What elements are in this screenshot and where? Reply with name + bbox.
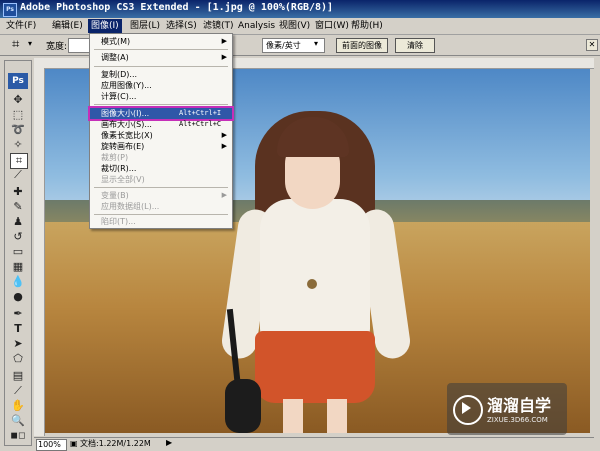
menu-item-rotate-canvas[interactable]: 旋转画布(E) ▶ — [90, 141, 232, 152]
menu-item-apply-image[interactable]: 应用图像(Y)... — [90, 80, 232, 91]
menu-layer[interactable]: 图层(L) — [127, 19, 163, 33]
menu-separator — [94, 214, 228, 215]
zoom-level-field[interactable]: 100% — [36, 439, 67, 451]
crop-tool-icon[interactable]: ⌗ — [12, 37, 19, 52]
menu-separator — [94, 104, 228, 105]
status-bar: 100% ▣ 文档:1.22M/1.22M ▶ — [34, 437, 594, 451]
menu-edit[interactable]: 编辑(E) — [49, 19, 86, 33]
play-icon — [462, 402, 471, 414]
menu-item-pixel-aspect-ratio[interactable]: 像素长宽比(X) ▶ — [90, 130, 232, 141]
photo-sweater — [260, 199, 370, 339]
watermark: 溜溜自学 ZIXUE.3D66.COM — [447, 383, 567, 435]
menu-separator — [94, 49, 228, 50]
move-tool-icon[interactable]: ✥ — [10, 93, 26, 107]
window-title: Adobe Photoshop CS3 Extended - [1.jpg @ … — [20, 2, 334, 13]
menu-separator — [94, 66, 228, 67]
slice-tool-icon[interactable]: ⟋ — [10, 168, 26, 182]
close-doc-icon[interactable]: ✕ — [586, 39, 598, 51]
marquee-tool-icon[interactable]: ⬚ — [10, 108, 26, 122]
menu-help[interactable]: 帮助(H) — [348, 19, 386, 33]
gradient-tool-icon[interactable]: ▦ — [10, 260, 26, 274]
menu-item-canvas-size[interactable]: 画布大小(S)... Alt+Ctrl+C — [90, 119, 232, 130]
history-brush-tool-icon[interactable]: ↺ — [10, 230, 26, 244]
menu-item-apply-data-set: 应用数据组(L)... — [101, 202, 160, 211]
tool-preset-arrow-icon[interactable]: ▾ — [28, 39, 32, 48]
submenu-arrow-icon: ▶ — [221, 142, 227, 150]
toolbox: Ps ✥ ⬚ ➰ ✧ ⌗ ⟋ ✚ ✎ ♟ ↺ ▭ ▦ 💧 ● ✒ T ➤ ⬠ ▤… — [4, 60, 32, 446]
document-size-info: 文档:1.22M/1.22M — [80, 439, 151, 448]
color-swatches-icon[interactable]: ◼◻ — [10, 429, 26, 443]
menu-view[interactable]: 视图(V) — [276, 19, 313, 33]
lasso-tool-icon[interactable]: ➰ — [10, 123, 26, 137]
menu-file[interactable]: 文件(F) — [3, 19, 39, 33]
status-menu-icon[interactable]: ▣ — [70, 439, 78, 448]
submenu-arrow-icon: ▶ — [221, 53, 227, 61]
clone-stamp-tool-icon[interactable]: ♟ — [10, 215, 26, 229]
menu-item-variables: 变量(B) ▶ — [101, 191, 227, 200]
menu-item-crop: 裁剪(P) — [101, 153, 129, 162]
submenu-arrow-icon: ▶ — [221, 131, 227, 139]
blur-tool-icon[interactable]: 💧 — [10, 275, 26, 289]
photo-guitar-body — [225, 379, 261, 433]
photoshop-logo: Ps — [8, 73, 28, 89]
brush-tool-icon[interactable]: ✎ — [10, 200, 26, 214]
menu-item-trap: 陷印(T)... — [101, 217, 136, 226]
vertical-ruler — [34, 68, 45, 436]
menu-item-reveal-all: 显示全部(V) — [101, 175, 145, 184]
menu-item-adjustments[interactable]: 调整(A) ▶ — [90, 52, 232, 63]
path-selection-tool-icon[interactable]: ➤ — [10, 337, 26, 351]
menu-filter[interactable]: 滤镜(T) — [200, 19, 237, 33]
menu-window[interactable]: 窗口(W) — [312, 19, 352, 33]
width-label: 宽度: — [46, 42, 68, 52]
menu-image[interactable]: 图像(I) — [88, 19, 122, 33]
watermark-url: ZIXUE.3D66.COM — [487, 416, 548, 424]
menu-item-duplicate[interactable]: 复制(D)... — [90, 69, 232, 80]
eyedropper-tool-icon[interactable]: ⟋ — [10, 384, 26, 398]
menu-item-calculations[interactable]: 计算(C)... — [90, 91, 232, 102]
watermark-name: 溜溜自学 — [487, 396, 552, 415]
menu-select[interactable]: 选择(S) — [163, 19, 200, 33]
status-arrow-icon[interactable]: ▶ — [166, 438, 172, 447]
zoom-tool-icon[interactable]: 🔍 — [10, 414, 26, 428]
shape-tool-icon[interactable]: ⬠ — [10, 352, 26, 366]
dodge-tool-icon[interactable]: ● — [10, 290, 26, 304]
type-tool-icon[interactable]: T — [10, 322, 26, 336]
image-dropdown-menu: 模式(M) ▶ 调整(A) ▶ 复制(D)... 应用图像(Y)... 计算(C).… — [88, 33, 234, 229]
photo-skirt — [255, 331, 375, 403]
front-image-button[interactable]: 前面的图像 — [336, 38, 388, 53]
submenu-arrow-icon: ▶ — [221, 37, 227, 45]
healing-brush-tool-icon[interactable]: ✚ — [10, 185, 26, 199]
menu-separator — [94, 187, 228, 188]
clear-button[interactable]: 清除 — [395, 38, 435, 53]
pen-tool-icon[interactable]: ✒ — [10, 307, 26, 321]
photo-right-leg — [327, 399, 347, 433]
menu-item-mode[interactable]: 模式(M) ▶ — [90, 36, 232, 47]
chevron-down-icon: ▾ — [314, 39, 319, 48]
photo-left-leg — [283, 399, 303, 433]
title-bar: Ps Adobe Photoshop CS3 Extended - [1.jpg… — [0, 0, 600, 18]
magic-wand-tool-icon[interactable]: ✧ — [10, 138, 26, 152]
hand-tool-icon[interactable]: ✋ — [10, 399, 26, 413]
menu-analysis[interactable]: Analysis — [235, 19, 278, 33]
menu-item-image-size[interactable]: 图像大小(I)... Alt+Ctrl+I — [88, 106, 234, 121]
notes-tool-icon[interactable]: ▤ — [10, 369, 26, 383]
eraser-tool-icon[interactable]: ▭ — [10, 245, 26, 259]
submenu-arrow-icon: ▶ — [221, 191, 227, 199]
crop-tool-active-icon[interactable]: ⌗ — [10, 153, 28, 169]
photo-necklace — [307, 279, 317, 289]
menu-item-trim[interactable]: 裁切(R)... — [90, 163, 232, 174]
photoshop-app-icon: Ps — [3, 3, 17, 17]
